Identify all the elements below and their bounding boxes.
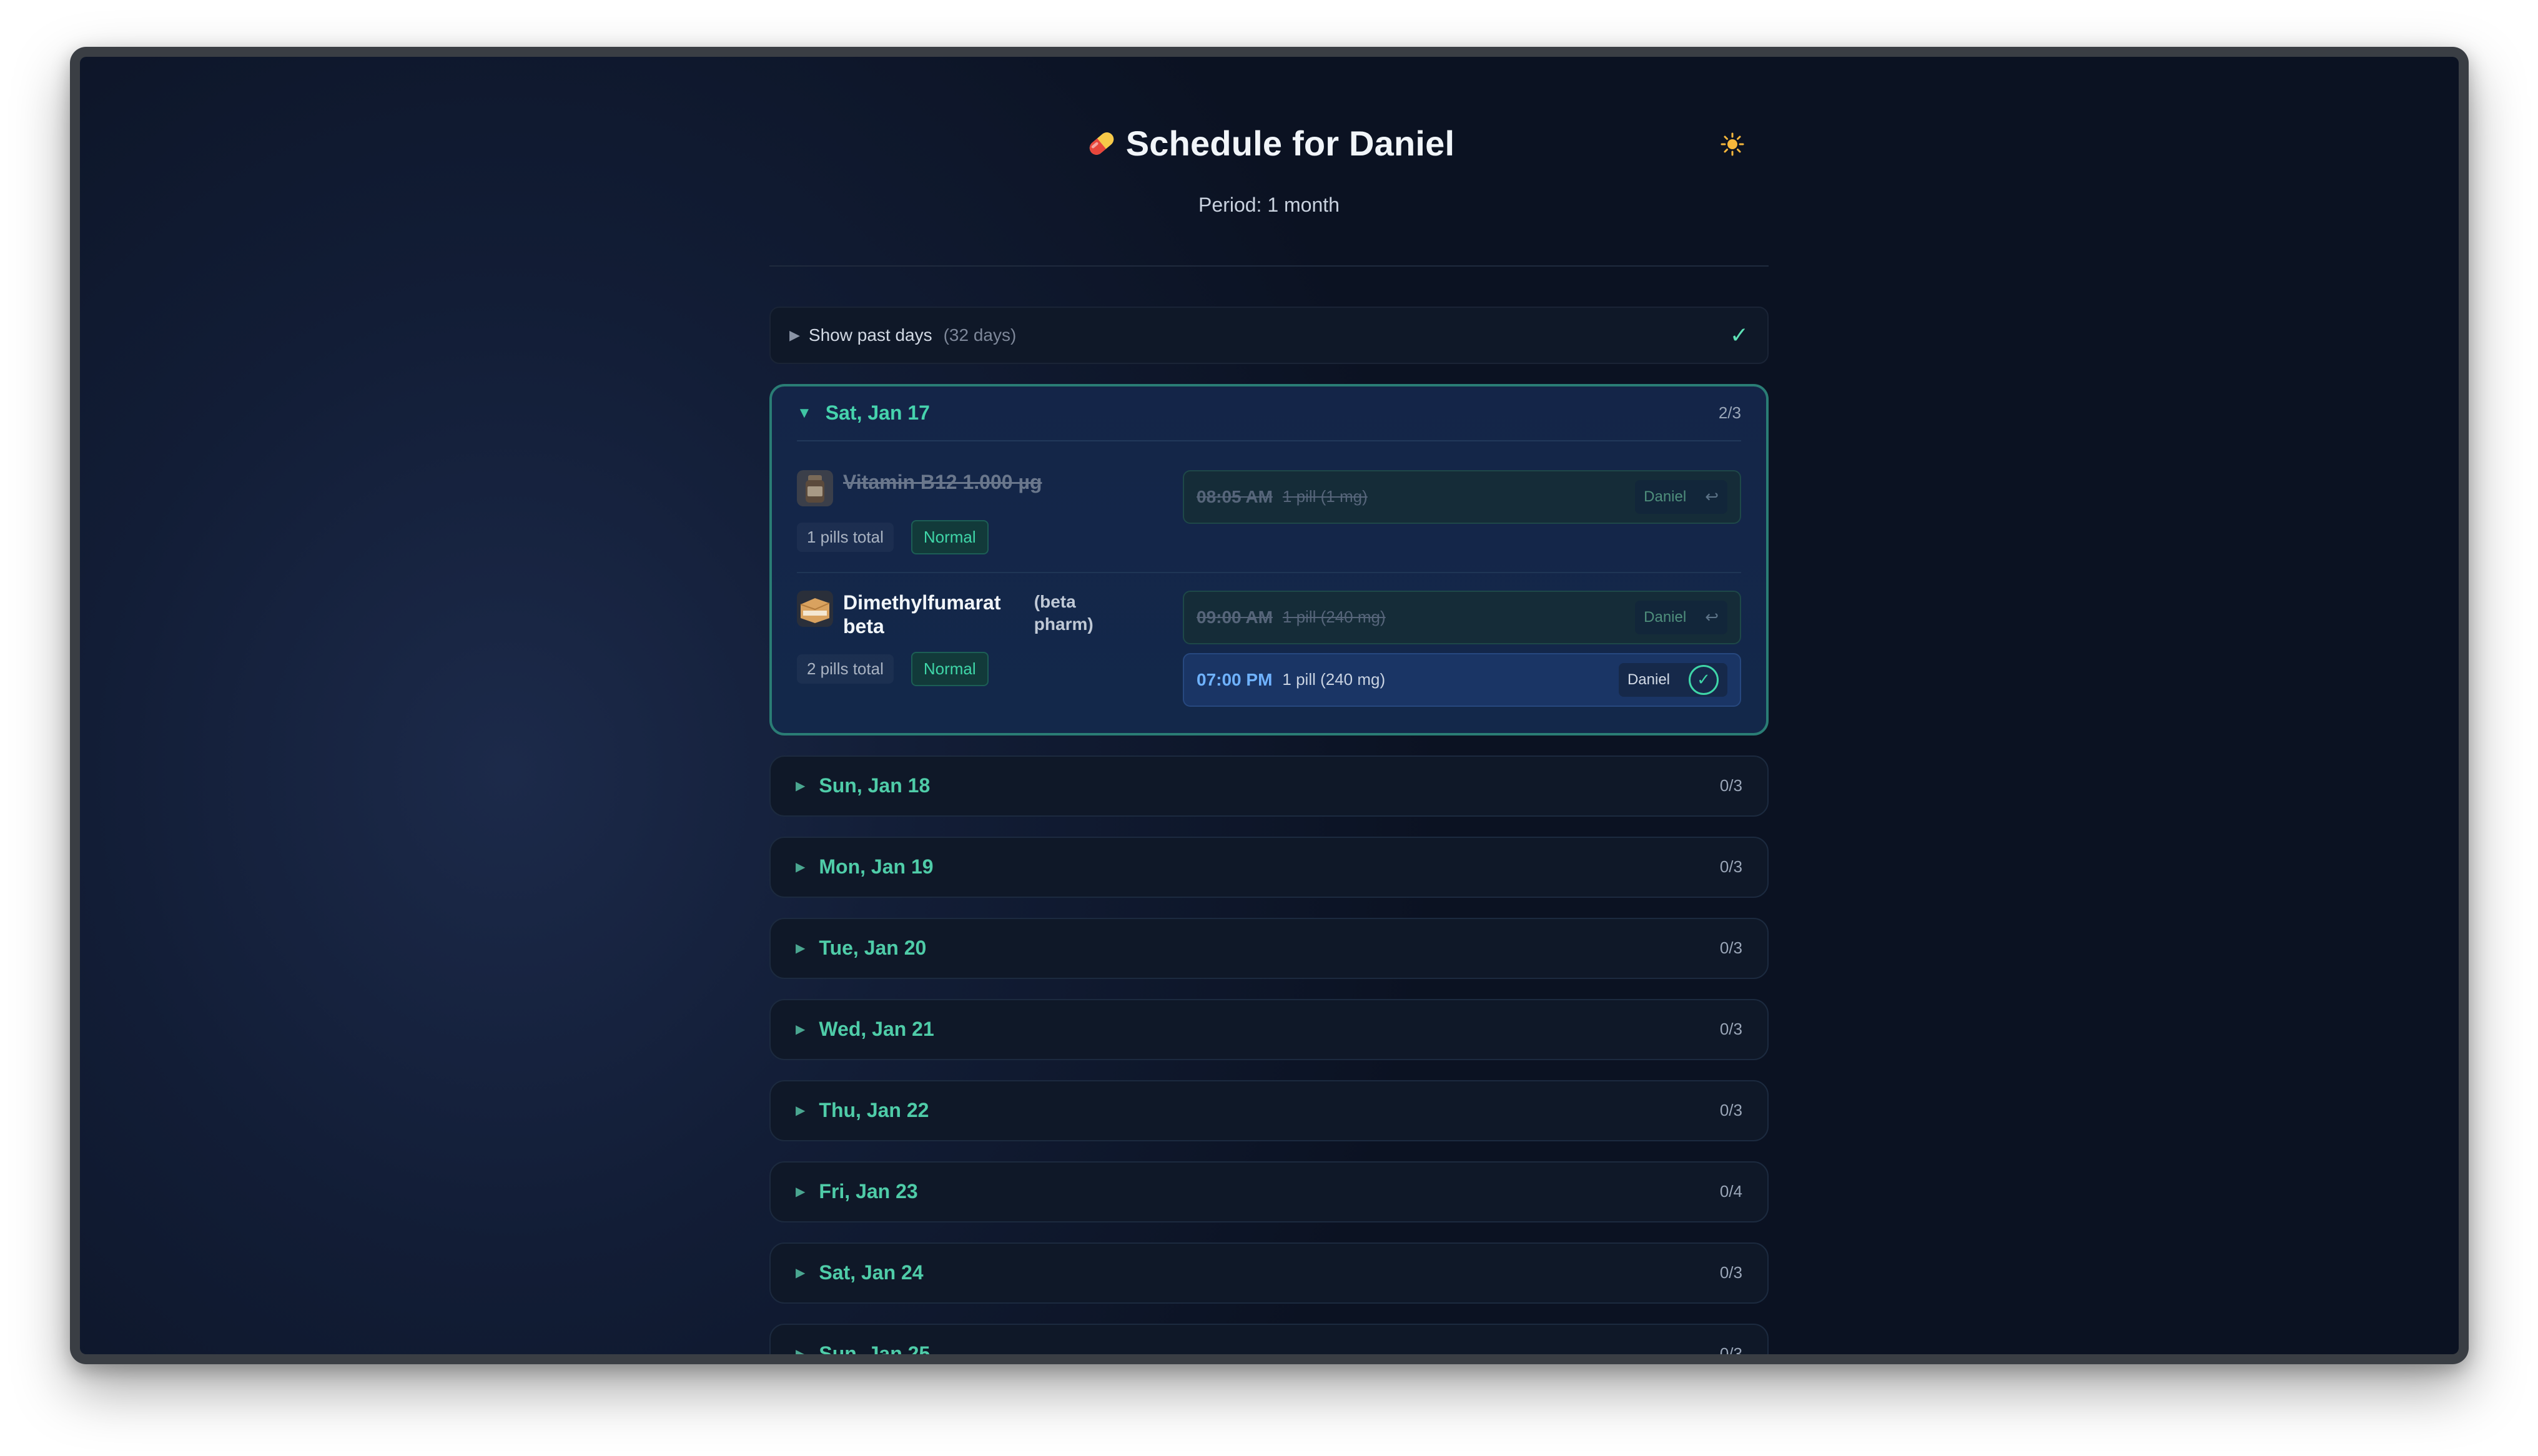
pills-total: 1 pills total (797, 522, 894, 552)
medication-name: Dimethylfumarat beta (843, 591, 1001, 637)
medication-row: Vitamin B12 1.000 µg 1 pills total Norma… (797, 441, 1741, 554)
check-icon: ✓ (1729, 322, 1749, 348)
expand-triangle-icon: ▶ (796, 942, 806, 955)
medication-brand: (beta pharm) (1034, 591, 1094, 634)
dose-item: 09:00 AM 1 pill (240 mg) Daniel ↩ (1183, 590, 1741, 644)
day-card-collapsed[interactable]: ▶ Wed, Jan 21 0/3 (769, 998, 1769, 1060)
dose-user-chip: Daniel ↩ (1635, 480, 1727, 514)
day-card-collapsed[interactable]: ▶ Sat, Jan 24 0/3 (769, 1242, 1769, 1304)
title-text: Schedule for Daniel (1125, 124, 1455, 163)
day-date: Fri, Jan 23 (819, 1180, 918, 1203)
day-date: Thu, Jan 22 (819, 1099, 929, 1121)
dose-list: 08:05 AM 1 pill (1 mg) Daniel ↩ (1183, 470, 1741, 554)
period-label: Period: 1 month (1198, 193, 1340, 216)
expand-triangle-icon: ▶ (796, 1023, 806, 1036)
medication-box-image (797, 590, 833, 627)
day-card-expanded: ▼ Sat, Jan 17 2/3 Vitamin B12 1.000 µg 1… (769, 383, 1769, 735)
past-days-count: (32 days) (943, 325, 1017, 345)
dose-user-chip: Daniel ↩ (1635, 600, 1727, 634)
medication-name: Vitamin B12 1.000 µg (843, 470, 1042, 493)
sun-icon (1721, 132, 1744, 156)
medication-tags: 1 pills total Normal (797, 519, 1165, 554)
day-card-collapsed[interactable]: ▶ Fri, Jan 23 0/4 (769, 1161, 1769, 1222)
dose-time: 08:05 AM (1197, 486, 1273, 506)
day-progress: 0/3 (1719, 776, 1742, 795)
status-badge: Normal (911, 651, 989, 686)
expand-triangle-icon: ▶ (796, 779, 806, 793)
device-frame: Schedule for Daniel Period: 1 month ▶ Sh… (70, 47, 2469, 1364)
day-card-collapsed[interactable]: ▶ Thu, Jan 22 0/3 (769, 1080, 1769, 1141)
expand-triangle-icon: ▶ (796, 1104, 806, 1118)
medication-name-line: Vitamin B12 1.000 µg (797, 470, 1165, 506)
day-progress: 0/4 (1719, 1182, 1742, 1201)
check-circle-icon[interactable]: ✓ (1689, 664, 1719, 695)
dose-user: Daniel (1627, 671, 1670, 688)
medication-tags: 2 pills total Normal (797, 651, 1165, 686)
expand-triangle-icon: ▶ (796, 1185, 806, 1199)
day-date: Wed, Jan 21 (819, 1018, 934, 1040)
header-divider (769, 265, 1769, 267)
status-badge: Normal (911, 519, 989, 554)
dose-item: 07:00 PM 1 pill (240 mg) Daniel ✓ (1183, 652, 1741, 707)
day-card-collapsed[interactable]: ▶ Tue, Jan 20 0/3 (769, 917, 1769, 979)
day-progress: 0/3 (1719, 938, 1742, 957)
pills-total: 2 pills total (797, 654, 894, 684)
day-progress: 0/3 (1719, 857, 1742, 876)
undo-icon[interactable]: ↩ (1705, 607, 1719, 627)
schedule-content: Schedule for Daniel Period: 1 month ▶ Sh… (769, 57, 1769, 1354)
medication-row: Dimethylfumarat beta (beta pharm) 2 pill… (797, 571, 1741, 716)
day-card-collapsed[interactable]: ▶ Sun, Jan 25 0/3 (769, 1323, 1769, 1354)
day-progress: 0/3 (1719, 1344, 1742, 1354)
day-progress: 2/3 (1718, 403, 1741, 422)
medication-name-line: Dimethylfumarat beta (beta pharm) (797, 590, 1165, 638)
dose-amount: 1 pill (1 mg) (1282, 487, 1368, 506)
dose-user-chip: Daniel ✓ (1618, 662, 1727, 697)
day-header[interactable]: ▼ Sat, Jan 17 2/3 (797, 386, 1741, 441)
app-screen: Schedule for Daniel Period: 1 month ▶ Sh… (80, 57, 2459, 1354)
day-date: Tue, Jan 20 (819, 937, 927, 959)
dose-item: 08:05 AM 1 pill (1 mg) Daniel ↩ (1183, 470, 1741, 524)
page-header: Schedule for Daniel Period: 1 month (769, 57, 1769, 217)
past-days-label: Show past days (808, 325, 932, 345)
expand-triangle-icon: ▶ (789, 327, 800, 343)
day-date: Sun, Jan 25 (819, 1342, 931, 1354)
dose-user: Daniel (1644, 488, 1687, 505)
day-date: Sun, Jan 18 (819, 774, 931, 797)
theme-toggle-button[interactable] (1714, 125, 1751, 163)
medication-info: Vitamin B12 1.000 µg 1 pills total Norma… (797, 470, 1165, 554)
day-date: Sat, Jan 17 (825, 401, 930, 424)
dose-amount: 1 pill (240 mg) (1282, 670, 1386, 689)
dose-list: 09:00 AM 1 pill (240 mg) Daniel ↩ 07:00 … (1183, 590, 1741, 716)
day-date: Sat, Jan 24 (819, 1261, 924, 1284)
dose-time: 07:00 PM (1197, 669, 1273, 689)
expand-triangle-icon: ▶ (796, 1347, 806, 1354)
undo-icon[interactable]: ↩ (1705, 487, 1719, 506)
day-date: Mon, Jan 19 (819, 855, 934, 878)
day-progress: 0/3 (1719, 1263, 1742, 1282)
day-progress: 0/3 (1719, 1020, 1742, 1038)
expand-triangle-icon: ▶ (796, 860, 806, 874)
expand-triangle-icon: ▶ (796, 1266, 806, 1280)
day-card-collapsed[interactable]: ▶ Sun, Jan 18 0/3 (769, 755, 1769, 817)
page-title: Schedule for Daniel (1084, 123, 1455, 164)
medication-info: Dimethylfumarat beta (beta pharm) 2 pill… (797, 590, 1165, 716)
collapse-triangle-icon: ▼ (797, 404, 812, 421)
pill-icon (1089, 132, 1113, 155)
day-card-collapsed[interactable]: ▶ Mon, Jan 19 0/3 (769, 836, 1769, 898)
dose-time: 09:00 AM (1197, 607, 1273, 627)
day-progress: 0/3 (1719, 1101, 1742, 1119)
medication-bottle-image (797, 470, 833, 506)
show-past-days-toggle[interactable]: ▶ Show past days (32 days) ✓ (769, 306, 1769, 364)
dose-user: Daniel (1644, 608, 1687, 626)
dose-amount: 1 pill (240 mg) (1282, 607, 1386, 626)
